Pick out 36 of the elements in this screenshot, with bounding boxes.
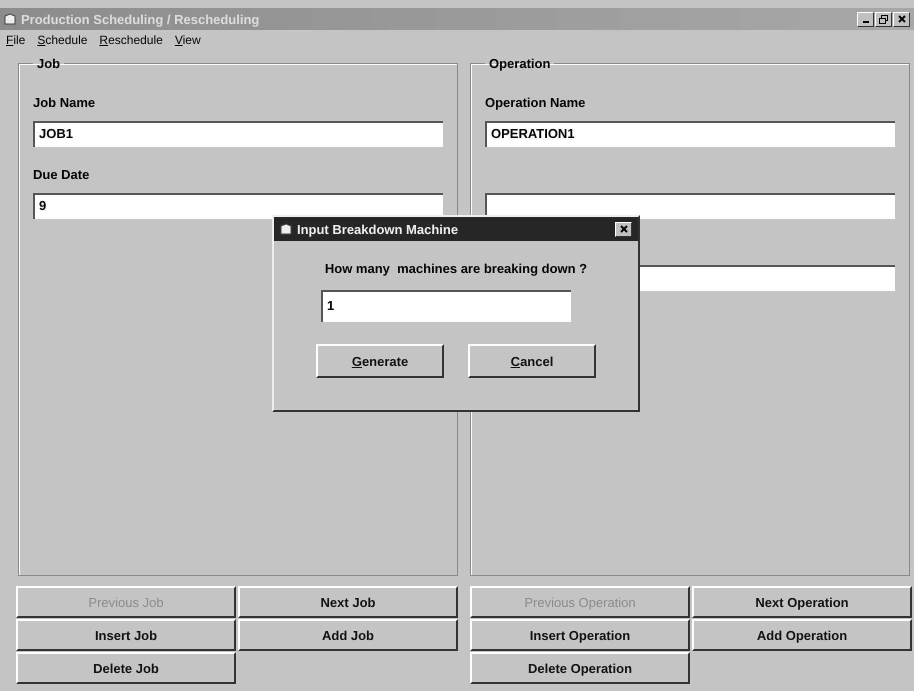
menu-item[interactable]: File [6,33,26,47]
menu-item[interactable]: View [174,33,201,47]
command-button[interactable]: Delete Operation [470,652,690,684]
menu-item[interactable]: Schedule [37,33,88,47]
input-field[interactable] [485,193,895,219]
command-button[interactable]: Next Operation [692,586,912,618]
command-button[interactable]: Next Job [238,586,458,618]
dialog-button[interactable]: Cancel [468,344,596,378]
field-label: Due Date [33,167,90,182]
field-label: Operation Name [485,95,586,110]
command-button[interactable]: Add Job [238,619,458,651]
close-icon [620,225,628,233]
field-label: Job Name [33,95,96,110]
group-title: Job [36,56,62,71]
command-button[interactable]: Insert Job [16,619,236,651]
group-title: Operation [488,56,552,71]
menu-item[interactable]: Reschedule [99,33,163,47]
close-icon [898,15,906,23]
window-title: Production Scheduling / Rescheduling [21,12,260,26]
input-field[interactable]: 1 [321,290,571,322]
dialog-title: Input Breakdown Machine [297,222,458,236]
input-field[interactable]: JOB1 [33,121,443,147]
close-button[interactable] [893,12,910,26]
command-button[interactable]: Insert Operation [470,619,690,651]
command-button[interactable]: Delete Job [16,652,236,684]
maximize-button[interactable] [875,12,892,26]
minimize-button[interactable] [857,12,874,26]
window-icon [4,13,16,25]
command-button[interactable]: Add Operation [692,619,912,651]
close-button[interactable] [615,222,632,236]
input-field[interactable]: 9 [33,193,443,219]
dialog-button[interactable]: Generate [316,344,444,378]
restore-icon [879,14,888,24]
input-field[interactable]: OPERATION1 [485,121,895,147]
window-icon [280,223,292,235]
prompt-text: How many machines are breaking down ? [324,261,588,276]
